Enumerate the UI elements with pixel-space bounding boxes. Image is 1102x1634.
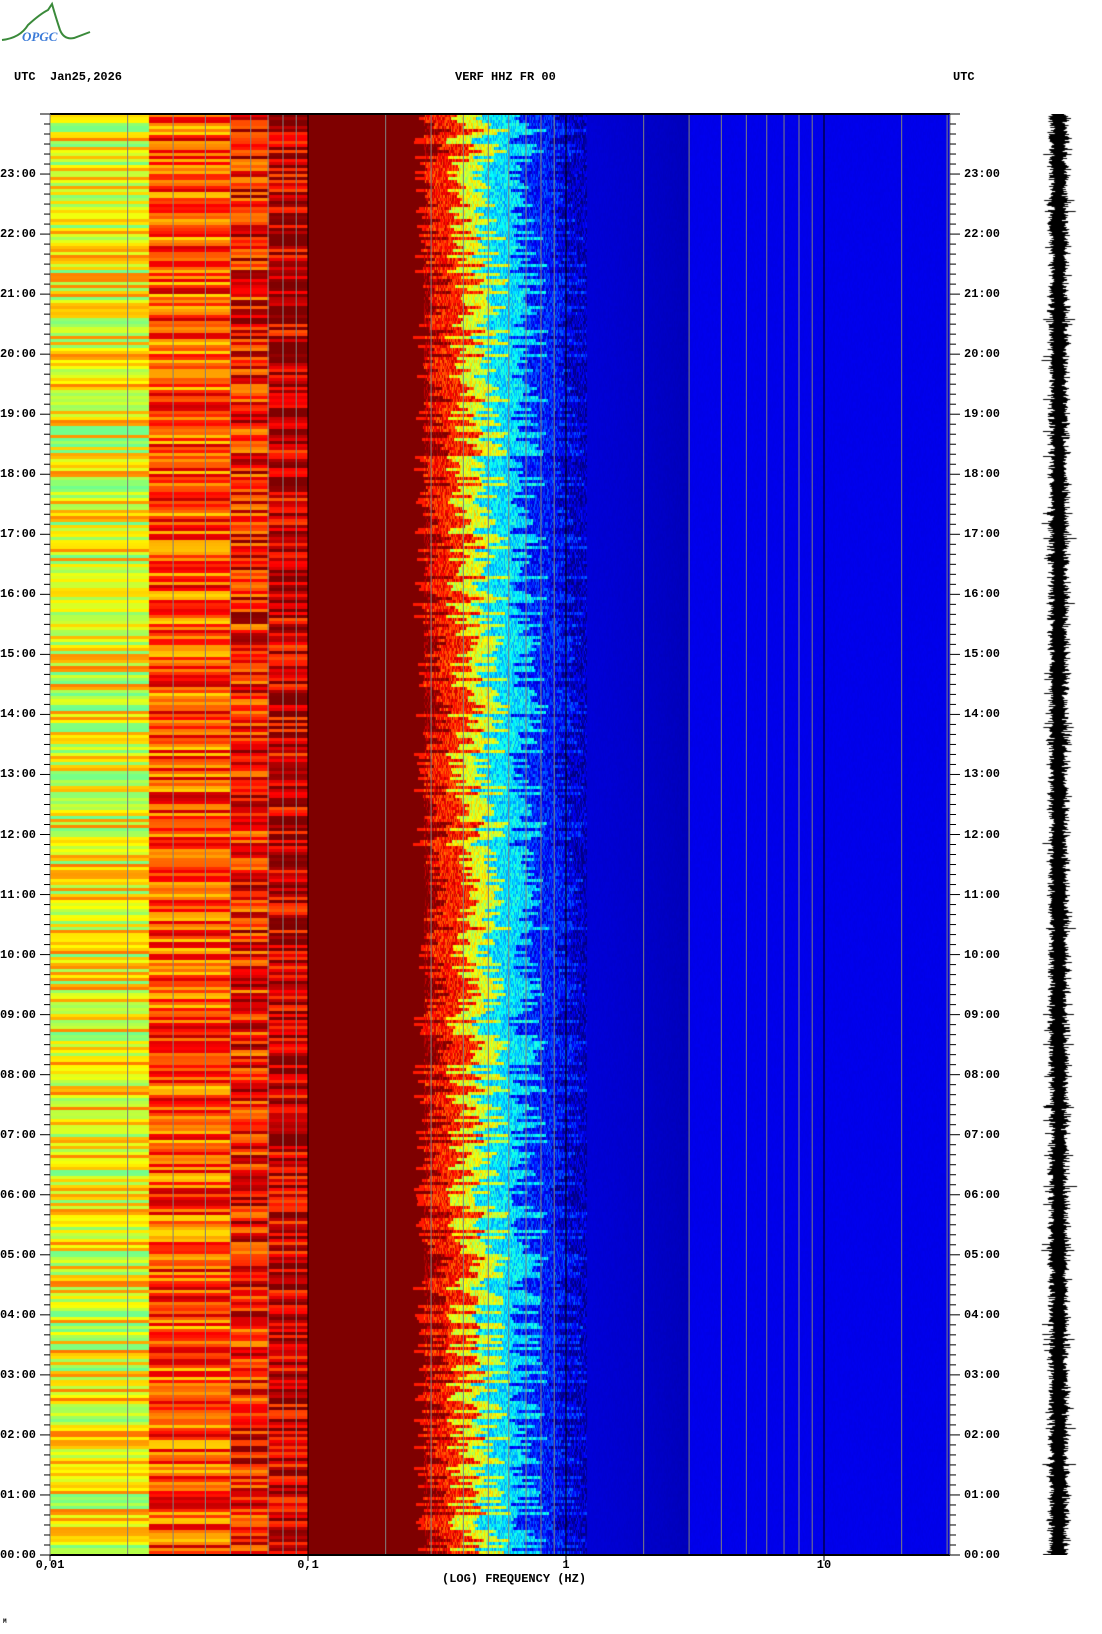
- y-tick-label-right: 06:00: [964, 1187, 1001, 1202]
- y-tick-label-left: 04:00: [0, 1307, 37, 1322]
- y-tick-label-left: 01:00: [0, 1487, 37, 1502]
- y-tick-label-left: 09:00: [0, 1007, 37, 1022]
- y-tick-label-right: 10:00: [964, 947, 1001, 962]
- y-tick-label-right: 02:00: [964, 1427, 1001, 1442]
- footer-mark: M: [3, 1618, 7, 1625]
- x-tick-label: 10: [816, 1558, 832, 1572]
- y-tick-label-left: 07:00: [0, 1127, 37, 1142]
- y-tick-label-right: 11:00: [964, 887, 1001, 902]
- y-tick-label-left: 14:00: [0, 707, 37, 722]
- y-tick-label-left: 19:00: [0, 407, 37, 422]
- y-tick-label-left: 02:00: [0, 1427, 37, 1442]
- y-tick-label-left: 16:00: [0, 587, 37, 602]
- x-tick-label: 0,1: [297, 1558, 319, 1572]
- y-tick-label-right: 21:00: [964, 287, 1001, 302]
- y-tick-label-left: 10:00: [0, 947, 37, 962]
- y-tick-label-right: 08:00: [964, 1067, 1001, 1082]
- y-tick-label-right: 17:00: [964, 527, 1001, 542]
- y-tick-label-right: 15:00: [964, 647, 1001, 662]
- y-tick-label-left: 23:00: [0, 167, 37, 182]
- y-tick-label-left: 12:00: [0, 827, 37, 842]
- y-tick-label-right: 16:00: [964, 587, 1001, 602]
- y-tick-label-right: 20:00: [964, 347, 1001, 362]
- y-tick-label-left: 15:00: [0, 647, 37, 662]
- y-tick-label-left: 03:00: [0, 1367, 37, 1382]
- y-tick-label-left: 11:00: [0, 887, 37, 902]
- y-tick-label-left: 17:00: [0, 527, 37, 542]
- x-tick-label: 1: [562, 1558, 570, 1572]
- y-tick-label-right: 01:00: [964, 1487, 1001, 1502]
- chart-axes: [40, 113, 960, 1561]
- y-tick-label-left: 00:00: [0, 1548, 37, 1562]
- y-tick-label-right: 19:00: [964, 407, 1001, 422]
- y-tick-label-left: 05:00: [0, 1247, 37, 1262]
- y-tick-label-right: 07:00: [964, 1127, 1001, 1142]
- y-tick-label-right: 09:00: [964, 1007, 1001, 1022]
- y-tick-label-right: 12:00: [964, 827, 1001, 842]
- y-tick-label-left: 22:00: [0, 227, 37, 242]
- y-tick-label-left: 20:00: [0, 347, 37, 362]
- y-tick-label-left: 08:00: [0, 1067, 37, 1082]
- y-tick-label-left: 21:00: [0, 287, 37, 302]
- y-tick-label-left: 06:00: [0, 1187, 37, 1202]
- y-tick-label-right: 14:00: [964, 707, 1001, 722]
- y-tick-label-right: 00:00: [964, 1548, 1001, 1562]
- y-tick-label-right: 22:00: [964, 227, 1001, 242]
- y-tick-label-right: 23:00: [964, 167, 1001, 182]
- y-tick-label-right: 05:00: [964, 1247, 1001, 1262]
- y-tick-label-left: 13:00: [0, 767, 37, 782]
- x-tick-label: 0,01: [35, 1558, 65, 1572]
- y-tick-label-right: 13:00: [964, 767, 1001, 782]
- y-tick-label-right: 03:00: [964, 1367, 1001, 1382]
- y-tick-label-right: 18:00: [964, 467, 1001, 482]
- x-axis-label: (LOG) FREQUENCY (HZ): [442, 1572, 587, 1586]
- y-tick-label-left: 18:00: [0, 467, 37, 482]
- y-tick-label-right: 04:00: [964, 1307, 1001, 1322]
